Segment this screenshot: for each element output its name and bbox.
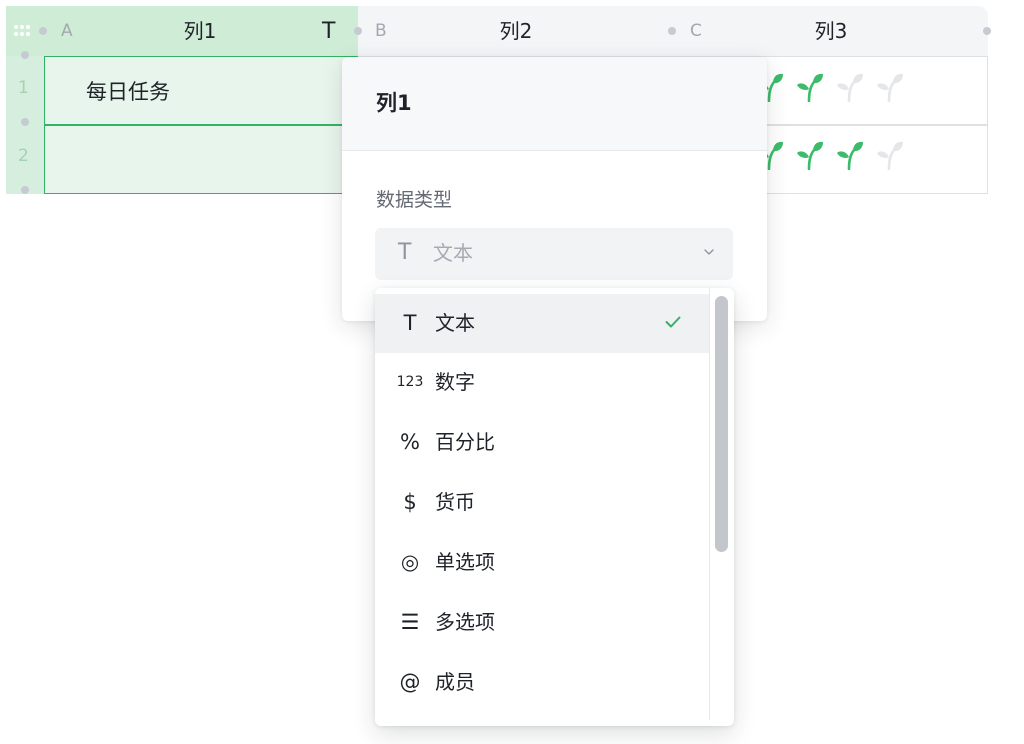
row-resize-dot[interactable] xyxy=(21,186,29,194)
resize-dot[interactable] xyxy=(983,27,991,35)
text-type-icon: T xyxy=(403,311,417,335)
resize-dot[interactable] xyxy=(39,27,47,35)
cell-a2[interactable] xyxy=(44,125,358,194)
cell-a1-text: 每日任务 xyxy=(86,80,170,104)
option-label: 数字 xyxy=(435,370,475,394)
sprout-icon[interactable] xyxy=(796,72,824,102)
data-type-select[interactable] xyxy=(375,228,733,280)
row-number[interactable]: 2 xyxy=(6,146,44,166)
text-type-icon: T xyxy=(398,240,412,265)
option-label: 成员 xyxy=(435,670,475,694)
type-option-text[interactable]: T 文本 xyxy=(375,294,709,353)
column-letter-a: A xyxy=(61,21,73,41)
type-option-single-select[interactable]: ◎ 单选项 xyxy=(375,533,709,592)
type-option-multi-select[interactable]: ☰ 多选项 xyxy=(375,593,709,652)
row-number[interactable]: 1 xyxy=(6,78,44,98)
check-icon xyxy=(665,316,681,328)
popover-title: 列1 xyxy=(376,91,412,115)
row-resize-dot[interactable] xyxy=(21,51,29,59)
drag-handle-icon[interactable] xyxy=(14,22,30,38)
resize-dot[interactable] xyxy=(668,27,676,35)
option-label: 百分比 xyxy=(435,430,495,454)
sprout-icon[interactable] xyxy=(836,72,864,102)
option-label: 多选项 xyxy=(435,610,495,634)
type-option-percent[interactable]: % 百分比 xyxy=(375,413,709,472)
chevron-down-icon[interactable] xyxy=(702,245,716,259)
rating-row-1[interactable] xyxy=(756,72,904,102)
rating-row-2[interactable] xyxy=(756,140,904,170)
text-type-icon[interactable]: T xyxy=(322,6,335,56)
radio-circle-icon: ◎ xyxy=(400,550,420,574)
dropdown-scroll-track xyxy=(709,288,710,720)
column-name-c[interactable]: 列3 xyxy=(781,6,881,56)
column-letter-c: C xyxy=(690,21,702,41)
number-type-icon: 123 xyxy=(396,374,424,390)
type-option-member[interactable]: @ 成员 xyxy=(375,653,709,712)
row-resize-dot[interactable] xyxy=(21,118,29,126)
sprout-icon[interactable] xyxy=(876,72,904,102)
option-label: 文本 xyxy=(435,311,475,335)
at-sign-icon: @ xyxy=(399,670,421,694)
type-option-currency[interactable]: $ 货币 xyxy=(375,473,709,532)
sprout-icon[interactable] xyxy=(796,140,824,170)
option-label: 货币 xyxy=(435,490,475,514)
resize-dot[interactable] xyxy=(354,27,362,35)
sprout-icon[interactable] xyxy=(876,140,904,170)
percent-icon: % xyxy=(400,430,420,454)
dollar-icon: $ xyxy=(403,490,417,514)
column-name-a[interactable]: 列1 xyxy=(150,6,250,56)
list-icon: ☰ xyxy=(400,610,420,634)
sprout-icon[interactable] xyxy=(836,140,864,170)
column-name-b[interactable]: 列2 xyxy=(466,6,566,56)
column-letter-b: B xyxy=(375,21,387,41)
data-type-label: 数据类型 xyxy=(376,189,453,211)
data-type-select-value: 文本 xyxy=(433,241,473,265)
dropdown-scrollbar[interactable] xyxy=(715,296,728,552)
option-label: 单选项 xyxy=(435,550,495,574)
type-option-number[interactable]: 123 数字 xyxy=(375,353,709,412)
